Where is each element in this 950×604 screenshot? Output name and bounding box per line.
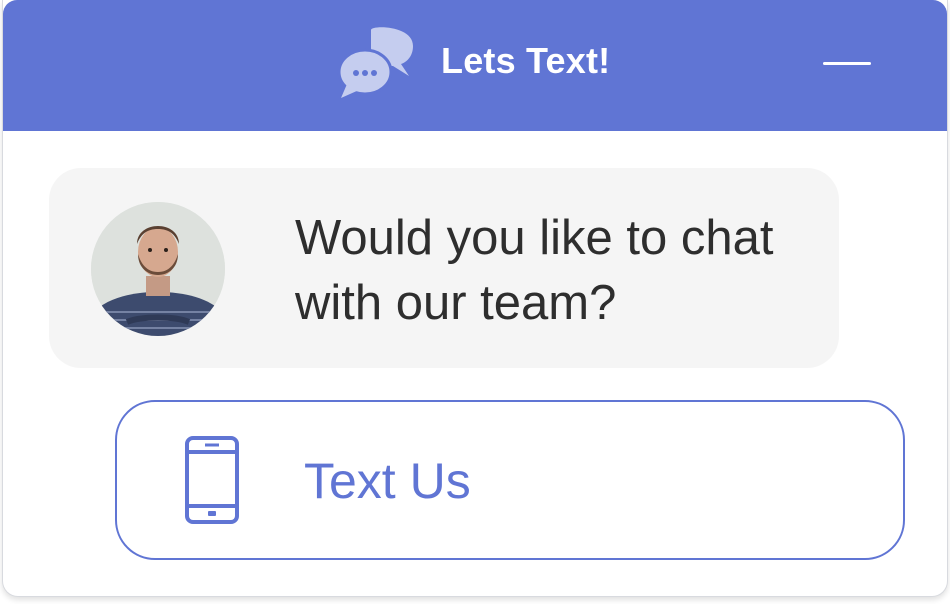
phone-icon: [183, 434, 241, 526]
text-us-button[interactable]: Text Us: [115, 400, 905, 560]
agent-message-bubble: Would you like to chat with our team?: [49, 168, 839, 368]
chat-bubbles-icon: [337, 26, 417, 100]
text-us-label: Text Us: [304, 453, 471, 509]
minimize-button[interactable]: [815, 46, 879, 82]
widget-header: Lets Text!: [3, 0, 947, 131]
widget-title: Lets Text!: [441, 40, 611, 81]
minimize-icon: [823, 62, 871, 65]
agent-message-text: Would you like to chat with our team?: [295, 211, 774, 330]
agent-avatar: [91, 202, 225, 336]
chat-widget: Lets Text! Would you like to chat with o…: [2, 0, 948, 597]
